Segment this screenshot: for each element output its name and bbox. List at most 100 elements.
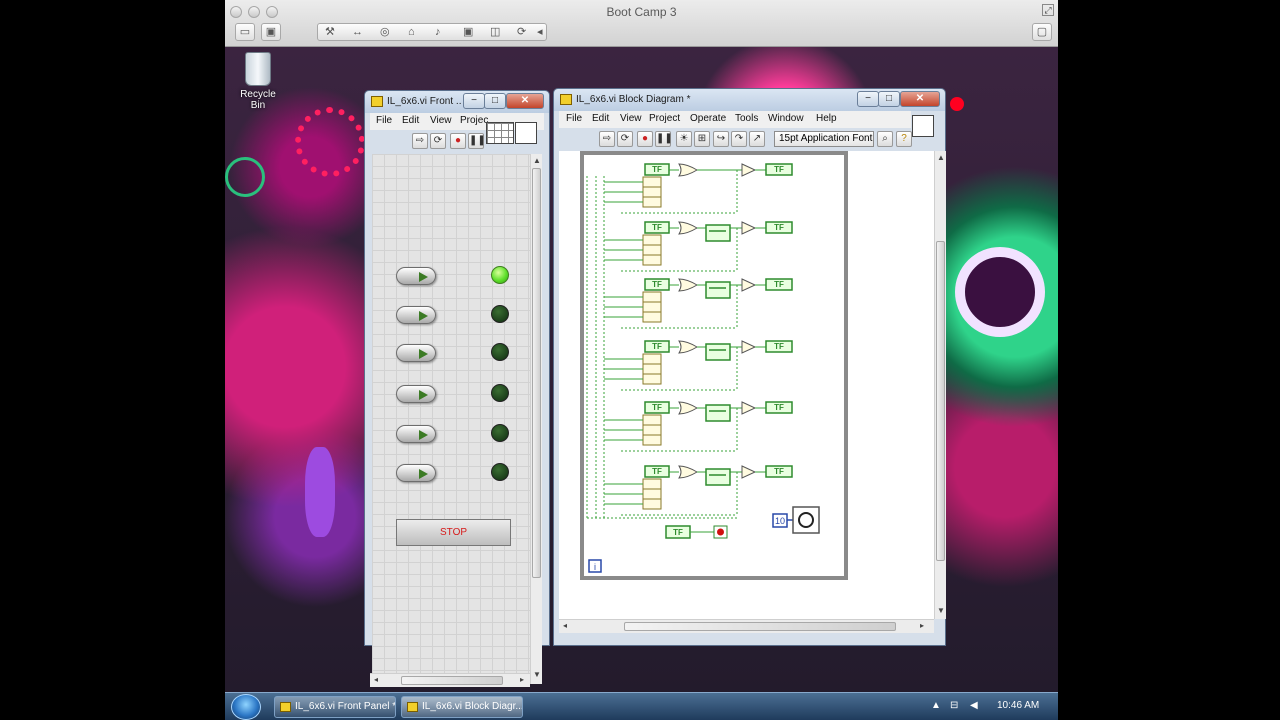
taskbar-front-panel[interactable]: IL_6x6.vi Front Panel * bbox=[274, 696, 396, 718]
block-diagram-titlebar[interactable]: IL_6x6.vi Block Diagram * − □ ✕ bbox=[554, 89, 945, 111]
scroll-right-icon[interactable]: ▸ bbox=[916, 621, 928, 630]
or-function[interactable] bbox=[678, 465, 698, 479]
not-function[interactable] bbox=[741, 221, 757, 235]
or-function[interactable] bbox=[678, 340, 698, 354]
menu-view[interactable]: View bbox=[430, 115, 452, 126]
or-function[interactable] bbox=[678, 163, 698, 177]
scroll-down-icon[interactable]: ▼ bbox=[935, 606, 947, 615]
scroll-thumb[interactable] bbox=[624, 622, 896, 631]
maximize-button[interactable]: □ bbox=[878, 91, 900, 107]
boolean-switch[interactable] bbox=[396, 344, 436, 362]
taskbar-clock[interactable]: 10:46 AM bbox=[997, 700, 1039, 711]
run-icon[interactable]: ⇨ bbox=[599, 131, 615, 147]
minimize-button[interactable]: − bbox=[463, 93, 485, 109]
minimize-button[interactable]: − bbox=[857, 91, 879, 107]
chip-icon[interactable]: ▣ bbox=[463, 24, 473, 40]
or-function[interactable] bbox=[678, 401, 698, 415]
volume-icon[interactable]: ◀ bbox=[970, 700, 978, 711]
scroll-up-icon[interactable]: ▲ bbox=[531, 156, 543, 165]
menu-operate[interactable]: Operate bbox=[690, 113, 726, 124]
boolean-switch[interactable] bbox=[396, 425, 436, 443]
build-array-node[interactable] bbox=[642, 234, 662, 266]
not-function[interactable] bbox=[741, 465, 757, 479]
lock-icon[interactable]: ⌂ bbox=[408, 24, 415, 40]
block-diagram-vscroll[interactable]: ▲ ▼ bbox=[934, 151, 946, 619]
wait-ms-function[interactable] bbox=[792, 506, 820, 534]
abort-icon[interactable]: ● bbox=[450, 133, 466, 149]
or-function[interactable] bbox=[678, 221, 698, 235]
front-panel-titlebar[interactable]: IL_6x6.vi Front ... − □ ✕ bbox=[365, 91, 549, 113]
font-selector[interactable]: 15pt Application Font bbox=[774, 131, 874, 147]
menu-project[interactable]: Projec bbox=[460, 115, 488, 126]
pause-vm-icon[interactable]: ▭ bbox=[235, 23, 255, 41]
boolean-switch[interactable] bbox=[396, 464, 436, 482]
help-icon[interactable]: ? bbox=[896, 131, 912, 147]
step-out-icon[interactable]: ↗ bbox=[749, 131, 765, 147]
property-node[interactable] bbox=[705, 343, 731, 361]
block-diagram-hscroll[interactable]: ◂ ▸ bbox=[559, 619, 934, 633]
arrows-icon[interactable]: ↔ bbox=[352, 24, 363, 40]
boolean-switch[interactable] bbox=[396, 385, 436, 403]
build-array-node[interactable] bbox=[642, 353, 662, 385]
boolean-switch[interactable] bbox=[396, 306, 436, 324]
menu-edit[interactable]: Edit bbox=[592, 113, 609, 124]
sync-icon[interactable]: ⟳ bbox=[517, 24, 526, 40]
start-button[interactable] bbox=[231, 694, 261, 720]
stop-button[interactable]: STOP bbox=[396, 519, 511, 546]
build-array-node[interactable] bbox=[642, 291, 662, 323]
run-continuous-icon[interactable]: ⟳ bbox=[617, 131, 633, 147]
build-array-node[interactable] bbox=[642, 414, 662, 446]
build-array-node[interactable] bbox=[642, 176, 662, 208]
menu-file[interactable]: File bbox=[376, 115, 392, 126]
highlight-execution-icon[interactable]: ☀ bbox=[676, 131, 692, 147]
not-function[interactable] bbox=[741, 163, 757, 177]
pause-icon[interactable]: ❚❚ bbox=[655, 131, 673, 147]
not-function[interactable] bbox=[741, 278, 757, 292]
taskbar-block-diagram[interactable]: IL_6x6.vi Block Diagr... bbox=[401, 696, 523, 718]
pause-icon[interactable]: ❚❚ bbox=[468, 133, 486, 149]
step-over-icon[interactable]: ↷ bbox=[731, 131, 747, 147]
scroll-thumb[interactable] bbox=[936, 241, 945, 561]
speaker-icon[interactable]: ♪ bbox=[435, 24, 441, 40]
scroll-thumb[interactable] bbox=[532, 168, 541, 578]
run-continuous-icon[interactable]: ⟳ bbox=[430, 133, 446, 149]
tray-expand-icon[interactable]: ▲ bbox=[931, 700, 941, 711]
wrench-icon[interactable]: ⚒ bbox=[325, 24, 335, 40]
abort-icon[interactable]: ● bbox=[637, 131, 653, 147]
scroll-up-icon[interactable]: ▲ bbox=[935, 153, 947, 162]
property-node[interactable] bbox=[705, 404, 731, 422]
front-panel-vscroll[interactable]: ▲ ▼ bbox=[530, 154, 542, 684]
search-icon[interactable]: ⌕ bbox=[877, 131, 893, 147]
trash-icon[interactable]: ◫ bbox=[490, 24, 500, 40]
property-node[interactable] bbox=[705, 281, 731, 299]
property-node[interactable] bbox=[705, 224, 731, 242]
scroll-thumb[interactable] bbox=[401, 676, 503, 685]
not-function[interactable] bbox=[741, 401, 757, 415]
front-panel-hscroll[interactable]: ◂ ▸ bbox=[370, 673, 530, 687]
block-diagram-canvas[interactable]: TF TF TF TF TF TF TF TF TF TF TF TF i TF 10 bbox=[559, 151, 934, 619]
build-array-node[interactable] bbox=[642, 478, 662, 510]
recycle-bin[interactable]: Recycle Bin bbox=[233, 52, 283, 111]
step-into-icon[interactable]: ↪ bbox=[713, 131, 729, 147]
run-icon[interactable]: ⇨ bbox=[412, 133, 428, 149]
chevron-left-icon[interactable]: ◂ bbox=[537, 24, 543, 40]
menu-project[interactable]: Project bbox=[649, 113, 680, 124]
menu-help[interactable]: Help bbox=[816, 113, 837, 124]
window-mode-icon[interactable]: ▢ bbox=[1032, 23, 1052, 41]
menu-view[interactable]: View bbox=[620, 113, 642, 124]
disk-icon[interactable]: ◎ bbox=[380, 24, 390, 40]
network-icon[interactable]: ⊟ bbox=[950, 700, 958, 711]
scroll-right-icon[interactable]: ▸ bbox=[516, 675, 528, 684]
retain-wire-values-icon[interactable]: ⊞ bbox=[694, 131, 710, 147]
fullscreen-icon[interactable]: ⤢ bbox=[1042, 4, 1054, 16]
snapshot-icon[interactable]: ▣ bbox=[261, 23, 281, 41]
scroll-left-icon[interactable]: ◂ bbox=[370, 675, 382, 684]
property-node[interactable] bbox=[705, 468, 731, 486]
menu-window[interactable]: Window bbox=[768, 113, 804, 124]
not-function[interactable] bbox=[741, 340, 757, 354]
scroll-left-icon[interactable]: ◂ bbox=[559, 621, 571, 630]
menu-file[interactable]: File bbox=[566, 113, 582, 124]
scroll-down-icon[interactable]: ▼ bbox=[531, 670, 543, 679]
close-button[interactable]: ✕ bbox=[506, 93, 544, 109]
maximize-button[interactable]: □ bbox=[484, 93, 506, 109]
